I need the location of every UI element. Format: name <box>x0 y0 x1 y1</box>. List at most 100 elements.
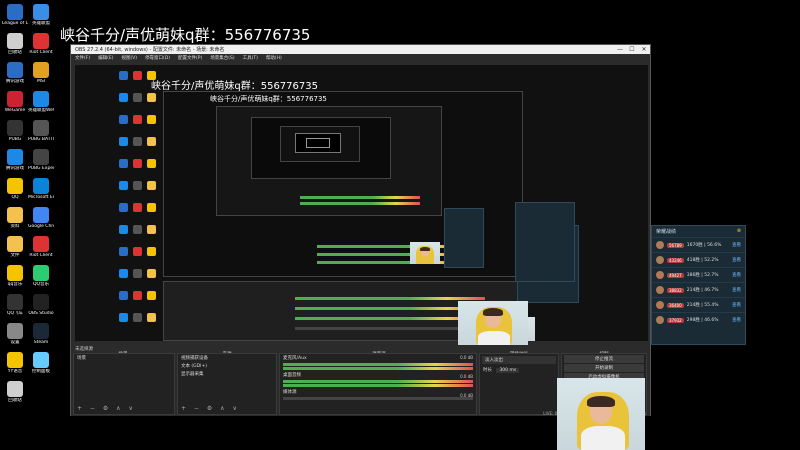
desktop-icon[interactable]: 设置 <box>2 323 28 345</box>
preview-desktop-icon <box>133 93 142 102</box>
app-icon <box>33 178 49 194</box>
desktop-icon[interactable]: 回收站 <box>2 381 28 403</box>
menu-docks[interactable]: 停靠窗口(D) <box>145 55 170 61</box>
scenes-dock[interactable]: 场景 + − ⚙ ∧ ∨ <box>73 353 175 415</box>
desktop-icon[interactable]: PUBG <box>2 120 28 142</box>
rank-stat: 386胜 | 52.7% <box>686 273 719 278</box>
transition-select[interactable]: 淡入淡出 <box>482 356 556 364</box>
preview-desktop-icon <box>133 181 142 190</box>
desktop-icon[interactable]: 文件 <box>2 236 28 258</box>
maximize-icon[interactable]: ☐ <box>626 46 638 53</box>
rank-badge: 56789 <box>667 242 684 248</box>
app-icon <box>7 33 23 49</box>
nested-obs-window-6 <box>306 138 330 148</box>
obs-titlebar[interactable]: OBS 27.2.4 (64-bit, windows) - 配置文件: 未命名… <box>71 45 650 54</box>
desktop-icon[interactable]: 英雄联盟WeGame版 <box>28 91 54 113</box>
menu-file[interactable]: 文件(F) <box>75 55 90 61</box>
menu-scene-collection[interactable]: 场景集合(S) <box>210 55 234 61</box>
app-icon <box>33 91 49 107</box>
transitions-dock[interactable]: 淡入淡出 时长 300 ms <box>479 353 559 415</box>
duration-input[interactable]: 300 ms <box>496 368 520 373</box>
menu-tools[interactable]: 工具(T) <box>243 55 258 61</box>
app-icon <box>7 149 23 165</box>
desktop-icon[interactable]: 回收站 <box>2 33 28 55</box>
app-icon <box>7 120 23 136</box>
desktop-icon-label: 文件 <box>10 253 20 258</box>
nested-obs-window-4 <box>280 126 360 162</box>
rank-badge: 37932 <box>667 317 684 323</box>
app-icon <box>33 120 49 136</box>
desktop-icon[interactable]: OBS Studio <box>28 294 54 316</box>
preview-desktop-icon <box>133 203 142 212</box>
rank-panel-title: 荣耀战绩 ⊗ <box>656 228 741 235</box>
preview-desktop-icon <box>119 71 128 80</box>
nested-rank-panel <box>444 208 484 268</box>
mixer-level: 0.0 dB <box>460 355 473 360</box>
preview-desktop-icon <box>133 247 142 256</box>
source-item[interactable]: 显示器采集 <box>178 370 276 378</box>
sources-tools[interactable]: + − ⚙ ∧ ∨ <box>181 405 240 412</box>
stop-streaming-button[interactable]: 停止推流 <box>564 355 644 363</box>
desktop-icon[interactable]: Google Chrome <box>28 207 54 229</box>
scenes-tools[interactable]: + − ⚙ ∧ ∨ <box>77 405 136 412</box>
preview-desktop-icon <box>133 159 142 168</box>
mini-rank-panel <box>515 202 575 282</box>
desktop-icon[interactable]: 资料 <box>2 207 28 229</box>
source-item[interactable]: 文本 (GDI+) <box>178 362 276 370</box>
app-icon <box>7 323 23 339</box>
desktop-icon[interactable]: PUBG Experimental <box>28 149 54 171</box>
desktop-icon[interactable]: Steam <box>28 323 54 345</box>
sources-dock[interactable]: 视频捕获设备 文本 (GDI+) 显示器采集 + − ⚙ ∧ ∨ <box>177 353 277 415</box>
source-item[interactable]: 视频捕获设备 <box>178 354 276 362</box>
desktop-icon[interactable]: QQ飞车 <box>2 294 28 316</box>
mixer-meter <box>283 367 473 370</box>
preview-desktop-icon <box>147 115 156 124</box>
desktop-icon-label: OBS Studio <box>28 311 54 316</box>
menu-help[interactable]: 帮助(H) <box>266 55 282 61</box>
view-link[interactable]: 查看 <box>732 317 741 323</box>
scene-item[interactable]: 场景 <box>74 354 174 362</box>
desktop-icon[interactable]: qq音乐 <box>2 265 28 287</box>
nested-overlay-title: 峡谷千分/声优萌妹q群：556776735 <box>210 95 327 103</box>
desktop-icon[interactable]: Riot Client <box>28 236 54 258</box>
desktop-icon[interactable]: 腾讯游戏 <box>2 62 28 84</box>
desktop-icon[interactable]: YY语音 <box>2 352 28 374</box>
mixer-channel-name: 麦克风/Aux <box>283 356 307 361</box>
view-link[interactable]: 查看 <box>732 287 741 293</box>
view-link[interactable]: 查看 <box>732 242 741 248</box>
start-recording-button[interactable]: 开始录制 <box>564 364 644 372</box>
desktop-icon[interactable]: WeGame <box>2 91 28 113</box>
audio-mixer-dock[interactable]: 麦克风/Aux 桌面音频 媒体源 0.0 dB 0.0 dB 0.0 dB <box>279 353 477 415</box>
desktop-icon[interactable]: QQ音乐 <box>28 265 54 287</box>
preview-desktop-icon <box>133 225 142 234</box>
preview-desktop-icon <box>119 159 128 168</box>
desktop-icon[interactable]: QQ <box>2 178 28 200</box>
view-link[interactable]: 查看 <box>732 257 741 263</box>
app-icon <box>33 33 49 49</box>
desktop-icon-label: MSI <box>36 79 46 84</box>
view-link[interactable]: 查看 <box>732 302 741 308</box>
desktop-icon[interactable]: 英雄联盟 <box>28 4 54 26</box>
app-icon <box>7 352 23 368</box>
desktop-icon[interactable]: MSI <box>28 62 54 84</box>
preview-desktop-icon <box>147 291 156 300</box>
desktop-icon-label: QQ <box>11 195 19 200</box>
nested-obs-window: 峡谷千分/声优萌妹q群：556776735 <box>163 91 523 277</box>
close-icon[interactable]: ⊗ <box>737 228 741 234</box>
desktop-icon[interactable]: PUBG BATTLEGROUNDS <box>28 120 54 142</box>
desktop-icon[interactable]: 控制面板 <box>28 352 54 374</box>
desktop-icon[interactable]: Microsoft Edge <box>28 178 54 200</box>
view-link[interactable]: 查看 <box>732 272 741 278</box>
menu-edit[interactable]: 编辑(E) <box>98 55 113 61</box>
desktop-icon[interactable]: League of Legends <box>2 4 28 26</box>
desktop-icon[interactable]: Riot Client <box>28 33 54 55</box>
menu-view[interactable]: 视图(V) <box>121 55 137 61</box>
preview-desktop-icon <box>133 269 142 278</box>
avatar <box>656 301 664 309</box>
app-icon <box>33 207 49 223</box>
close-icon[interactable]: ✕ <box>638 46 650 53</box>
webcam-feed-mirror <box>458 301 528 345</box>
minimize-icon[interactable]: — <box>614 46 626 53</box>
menu-profile[interactable]: 配置文件(P) <box>178 55 202 61</box>
desktop-icon[interactable]: 腾讯游戏 <box>2 149 28 171</box>
